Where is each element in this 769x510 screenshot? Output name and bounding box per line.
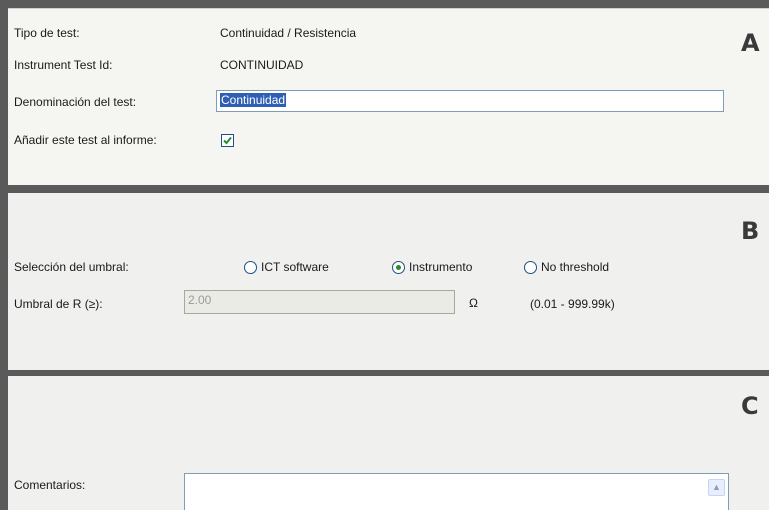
radio-no-threshold-label: No threshold [541,260,610,274]
radio-ict-software[interactable] [244,261,257,274]
umbral-r-label: Umbral de R (≥): [14,297,103,311]
comentarios-textarea[interactable]: ▲ [184,473,729,510]
instrument-test-id-label: Instrument Test Id: [14,58,113,72]
anadir-al-informe-label: Añadir este test al informe: [14,133,157,147]
section-a-panel: A Tipo de test: Continuidad / Resistenci… [8,8,769,185]
radio-instrumento-label: Instrumento [409,260,473,274]
comentarios-label: Comentarios: [14,478,86,492]
umbral-range-label: (0.01 - 999.99k) [530,297,615,311]
radio-instrumento[interactable] [392,261,405,274]
tipo-de-test-value: Continuidad / Resistencia [220,26,357,40]
seleccion-umbral-label: Selección del umbral: [14,260,129,274]
radio-no-threshold[interactable] [524,261,537,274]
ohm-unit-label: Ω [469,296,478,310]
denominacion-label: Denominación del test: [14,95,137,109]
section-c-letter: C [741,392,759,420]
section-b-panel: B Selección del umbral: ICT software Ins… [8,193,769,370]
radio-option-ict-software[interactable]: ICT software [244,260,354,274]
denominacion-input[interactable]: Continuidad [216,90,724,112]
radio-ict-software-label: ICT software [261,260,329,274]
checkmark-icon [223,136,232,145]
umbral-r-input[interactable]: 2.00 [184,290,455,314]
radio-option-instrumento[interactable]: Instrumento [392,260,492,274]
section-c-panel: C Comentarios: ▲ [8,376,769,510]
radio-option-no-threshold[interactable]: No threshold [524,260,634,274]
radio-selected-dot [396,265,401,270]
anadir-al-informe-checkbox[interactable] [221,134,234,147]
tipo-de-test-label: Tipo de test: [14,26,80,40]
section-a-letter: A [741,29,760,57]
scroll-up-arrow-icon[interactable]: ▲ [708,479,725,496]
instrument-test-id-value: CONTINUIDAD [220,58,304,72]
denominacion-selected-text: Continuidad [220,93,287,107]
section-b-letter: B [741,217,760,245]
